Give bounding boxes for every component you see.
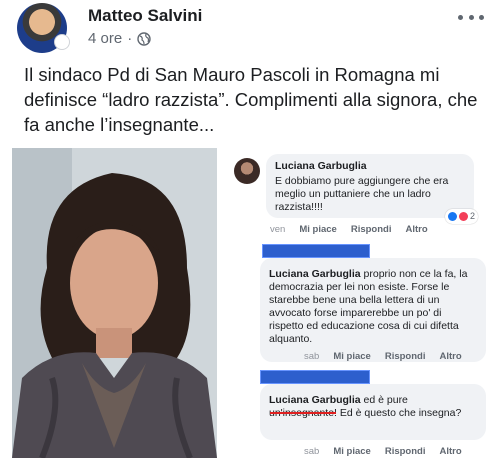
post-time[interactable]: 4 ore [88,30,122,47]
reply-link[interactable]: Rispondi [351,224,392,235]
post-meta: 4 ore · [88,30,151,47]
comment-3-actions: sab Mi piace Rispondi Altro [304,446,462,457]
redacted-name [262,244,370,258]
comments-screenshot: Luciana Garbuglia E dobbiamo pure aggiun… [224,148,488,458]
like-link[interactable]: Mi piace [299,224,337,235]
globe-icon [137,31,151,46]
like-link[interactable]: Mi piace [333,351,371,362]
reply-link[interactable]: Rispondi [385,446,426,457]
reply-link[interactable]: Rispondi [385,351,426,362]
comment-3-day: sab [304,446,320,457]
more-icon[interactable] [458,10,484,24]
reaction-count: 2 [469,211,475,221]
more-link[interactable]: Altro [405,224,427,235]
comment-2-day: sab [304,351,320,362]
meta-separator: · [127,30,133,47]
comment-1-text: E dobbiamo pure aggiungere che era megli… [275,175,449,213]
post-image[interactable]: Luciana Garbuglia E dobbiamo pure aggiun… [12,148,488,458]
comment-bubble-2: Luciana Garbuglia proprio non ce la fa, … [260,258,486,362]
commenter-avatar [234,158,260,184]
like-link[interactable]: Mi piace [333,446,371,457]
comment-bubble-1: Luciana Garbuglia E dobbiamo pure aggiun… [266,154,478,224]
comment-2-tag[interactable]: Luciana Garbuglia [269,268,361,280]
comment-3-tag[interactable]: Luciana Garbuglia [269,394,361,406]
reaction-badge: 2 [444,209,478,224]
redacted-name [260,370,370,384]
avatar-badge [54,34,70,50]
red-underline [270,412,336,414]
comment-1-day: ven [270,224,286,235]
comment-2-actions: sab Mi piace Rispondi Altro [304,351,462,362]
author-name[interactable]: Matteo Salvini [88,6,202,26]
post-header: Matteo Salvini 4 ore · [0,0,500,56]
more-link[interactable]: Altro [439,446,461,457]
post-caption: Il sindaco Pd di San Mauro Pascoli in Ro… [24,64,478,135]
comment-1-author: Luciana Garbuglia [275,160,367,172]
love-reaction-icon [458,212,468,221]
comment-1-actions: ven Mi piace Rispondi Altro [270,224,428,235]
like-reaction-icon [447,212,457,221]
woman-photo [12,148,217,458]
more-link[interactable]: Altro [439,351,461,362]
